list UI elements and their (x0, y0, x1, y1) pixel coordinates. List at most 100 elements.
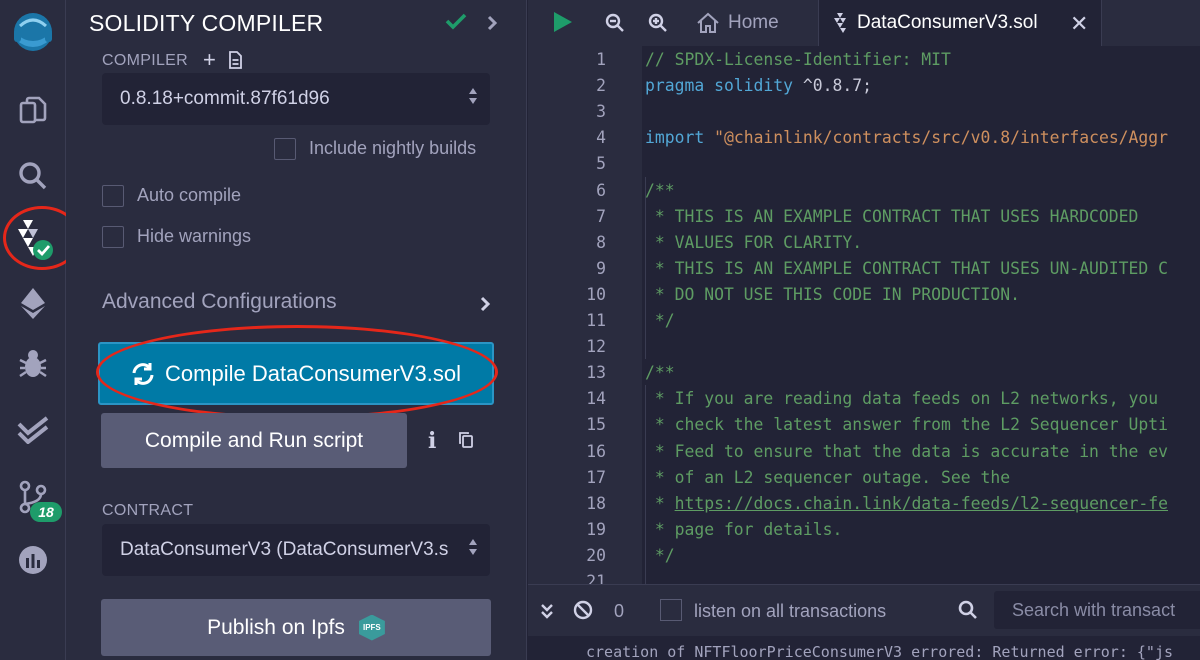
code-token: * VALUES FOR CLARITY. (645, 232, 863, 252)
line-number: 1 (596, 50, 606, 69)
search-icon (958, 600, 978, 625)
terminal-search-input[interactable]: Search with transact (994, 591, 1200, 629)
listen-transactions-checkbox[interactable] (660, 599, 682, 621)
line-number: 12 (586, 337, 606, 357)
tab-home[interactable]: Home (696, 0, 779, 46)
chevron-right-icon[interactable] (486, 15, 498, 36)
line-number: 16 (586, 441, 606, 461)
code-text: * DO NOT USE THIS CODE IN PRODUCTION. (645, 282, 1020, 308)
clear-console-icon[interactable] (573, 600, 593, 625)
code-line: 19 * page for details. (528, 517, 1200, 543)
code-token: * of an L2 sequencer outage. See the (645, 467, 1011, 487)
contract-value: DataConsumerV3 (DataConsumerV3.s (120, 539, 449, 560)
add-compiler-icon[interactable]: + (203, 49, 216, 71)
code-token: pragma solidity (645, 76, 794, 96)
debugger-icon[interactable] (0, 348, 66, 380)
git-badge: 18 (30, 502, 62, 522)
code-lines: 1 // SPDX-License-Identifier: MIT 2 pragma … (528, 47, 1200, 584)
copy-icon[interactable] (458, 431, 474, 454)
line-number: 14 (586, 389, 606, 409)
zoom-in-icon[interactable] (648, 13, 668, 38)
listen-transactions-label: listen on all transactions (694, 601, 887, 621)
line-number: 9 (596, 258, 606, 278)
code-text: /** (645, 178, 675, 204)
code-text: * of an L2 sequencer outage. See the (645, 465, 1010, 491)
code-line: 11 */ (528, 308, 1200, 334)
run-icon[interactable] (552, 10, 574, 39)
code-line: 7 * THIS IS AN EXAMPLE CONTRACT THAT USE… (528, 204, 1200, 230)
publish-ipfs-button[interactable]: Publish on Ipfs IPFS (101, 599, 491, 656)
zoom-out-icon[interactable] (605, 13, 625, 38)
hide-warnings-checkbox[interactable] (102, 226, 124, 248)
line-number: 15 (586, 415, 606, 435)
code-token: import (645, 128, 705, 148)
advanced-configurations-toggle[interactable]: Advanced Configurations (102, 290, 337, 314)
code-line: 12 (528, 334, 1200, 360)
annotation-ellipse (96, 325, 498, 419)
select-arrows-icon (468, 87, 478, 111)
line-number: 11 (586, 311, 606, 330)
code-line: 18 * https://docs.chain.link/data-feeds/… (528, 491, 1200, 517)
line-number: 2 (596, 76, 606, 96)
code-line: 8 * VALUES FOR CLARITY. (528, 230, 1200, 256)
solidity-file-icon (834, 13, 846, 33)
hide-warnings-label: Hide warnings (137, 226, 252, 246)
remix-logo-icon[interactable] (0, 2, 66, 58)
tab-home-label: Home (728, 12, 779, 33)
info-icon[interactable]: i (428, 428, 436, 454)
code-line: 1 // SPDX-License-Identifier: MIT (528, 47, 1200, 73)
code-token: * If you are reading data feeds on L2 ne… (645, 389, 1159, 409)
code-line: 6 /** (528, 178, 1200, 204)
tab-dataconsumer[interactable]: DataConsumerV3.sol ✕ (819, 0, 1101, 46)
code-text: import "@chainlink/contracts/src/v0.8/in… (645, 125, 1168, 151)
chevron-right-icon[interactable] (479, 296, 491, 317)
contract-label: CONTRACT (102, 502, 194, 519)
publish-ipfs-label: Publish on Ipfs (207, 615, 345, 639)
test-icon[interactable] (0, 416, 66, 444)
select-arrows-icon (468, 538, 478, 562)
line-number: 4 (596, 128, 606, 148)
line-number: 20 (586, 545, 606, 565)
code-token: * page for details. (645, 519, 843, 539)
compile-and-run-button[interactable]: Compile and Run script (101, 413, 407, 468)
nightly-builds-checkbox[interactable] (274, 138, 296, 160)
ipfs-icon: IPFS (358, 614, 385, 641)
code-token: */ (645, 311, 675, 330)
compiler-version-select[interactable]: 0.8.18+commit.87f61d96 (102, 73, 490, 125)
compiler-label: COMPILER (102, 52, 188, 69)
code-text: */ (645, 543, 675, 569)
code-token: * (645, 493, 675, 513)
terminal-output-line: creation of NFTFloorPriceConsumerV3 erro… (528, 636, 1200, 660)
code-text: * page for details. (645, 517, 843, 543)
auto-compile-checkbox[interactable] (102, 185, 124, 207)
search-icon[interactable] (0, 160, 66, 192)
collapse-terminal-icon[interactable] (540, 603, 554, 624)
code-line: 9 * THIS IS AN EXAMPLE CONTRACT THAT USE… (528, 256, 1200, 282)
code-line: 4 import "@chainlink/contracts/src/v0.8/i… (528, 125, 1200, 151)
code-text: * check the latest answer from the L2 Se… (645, 412, 1168, 438)
tab-dataconsumer-label: DataConsumerV3.sol (857, 12, 1038, 33)
code-text: * VALUES FOR CLARITY. (645, 230, 862, 256)
code-token: * Feed to ensure that the data is accura… (645, 441, 1169, 461)
code-token: ^0.8.7; (793, 76, 872, 96)
code-line: 5 (528, 151, 1200, 177)
deploy-icon[interactable] (0, 286, 66, 320)
line-number: 17 (586, 467, 606, 487)
close-icon[interactable]: ✕ (1070, 11, 1088, 37)
line-number: 19 (586, 519, 606, 539)
line-number: 7 (596, 206, 606, 226)
code-line: 3 (528, 99, 1200, 125)
code-token[interactable]: https://docs.chain.link/data-feeds/l2-se… (675, 494, 1168, 513)
code-text: * If you are reading data feeds on L2 ne… (645, 386, 1158, 412)
code-line: 14 * If you are reading data feeds on L2… (528, 386, 1200, 412)
analytics-icon[interactable] (0, 544, 66, 576)
code-line: 21 (528, 569, 1200, 584)
code-text: * THIS IS AN EXAMPLE CONTRACT THAT USES … (645, 256, 1168, 282)
document-icon[interactable] (228, 51, 242, 74)
code-line: 13 /** (528, 360, 1200, 386)
contract-select[interactable]: DataConsumerV3 (DataConsumerV3.s (102, 524, 490, 576)
file-explorer-icon[interactable] (0, 94, 66, 126)
terminal-toolbar: 0 listen on all transactions Search with… (528, 584, 1200, 636)
panel-title: SOLIDITY COMPILER (89, 10, 324, 36)
line-number: 10 (586, 284, 606, 304)
